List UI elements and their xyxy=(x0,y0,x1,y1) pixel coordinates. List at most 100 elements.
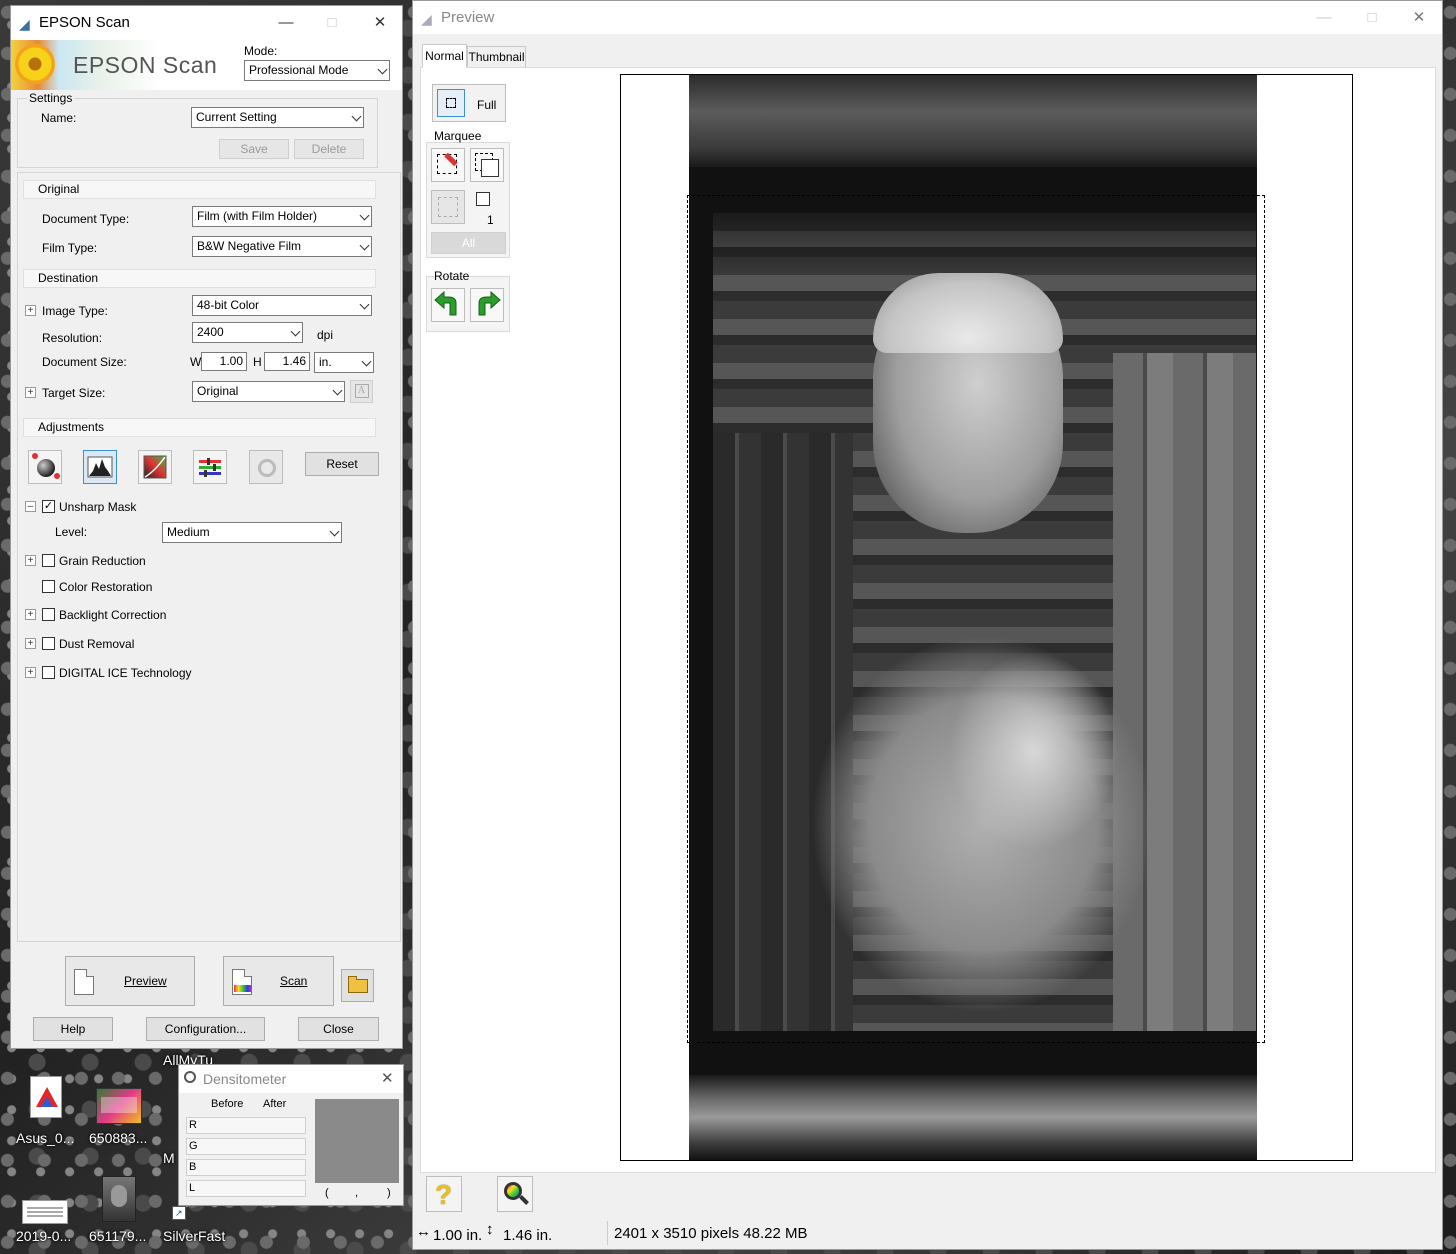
desktop-icon-2019[interactable] xyxy=(22,1200,68,1224)
chevron-down-icon xyxy=(359,210,370,221)
rotate-left-button[interactable] xyxy=(431,288,465,322)
duplicate-marquee-button[interactable] xyxy=(470,148,504,182)
maximize-button[interactable]: □ xyxy=(1359,7,1385,29)
dust-removal-checkbox[interactable] xyxy=(42,637,55,650)
preview-image-area[interactable] xyxy=(620,74,1353,1161)
mode-label: Mode: xyxy=(244,44,278,58)
height-label: H xyxy=(253,355,262,369)
marquee-count-box xyxy=(476,192,490,206)
full-zoom-button[interactable]: Full xyxy=(432,84,506,122)
destination-section-header: Destination xyxy=(23,269,376,288)
help-question-button[interactable]: ? xyxy=(426,1176,462,1212)
selection-marquee[interactable] xyxy=(687,195,1265,1043)
marquee-label: Marquee xyxy=(434,129,482,143)
configuration-button[interactable]: Configuration... xyxy=(146,1017,265,1041)
unsharp-mask-checkbox[interactable]: ✓ xyxy=(42,500,55,513)
file-save-settings-button[interactable] xyxy=(341,969,374,1002)
scan-button[interactable]: Scan xyxy=(223,956,334,1006)
document-type-select[interactable]: Film (with Film Holder) xyxy=(192,206,372,227)
title-bar: ◢ EPSON Scan — □ ✕ xyxy=(11,6,402,40)
grain-reduction-expand-icon[interactable]: + xyxy=(25,555,36,566)
delete-button[interactable]: Delete xyxy=(294,139,364,159)
color-restoration-checkbox[interactable] xyxy=(42,580,55,593)
backlight-correction-checkbox[interactable] xyxy=(42,608,55,621)
level-select[interactable]: Medium xyxy=(162,522,342,543)
minimize-button[interactable]: — xyxy=(273,12,299,34)
auto-exposure-button[interactable] xyxy=(28,450,62,484)
chevron-down-icon xyxy=(290,326,301,337)
desktop-icon-650883[interactable] xyxy=(96,1088,142,1124)
create-marquee-button[interactable] xyxy=(431,148,465,182)
desktop-icon-asus[interactable] xyxy=(26,1076,66,1126)
close-window-button[interactable]: ✕ xyxy=(1406,7,1432,29)
help-button[interactable]: Help xyxy=(33,1017,113,1041)
film-type-select[interactable]: B&W Negative Film xyxy=(192,236,372,257)
histogram-adjustment-button[interactable] xyxy=(83,450,117,484)
grain-reduction-checkbox[interactable] xyxy=(42,554,55,567)
unsharp-mask-collapse-icon[interactable]: – xyxy=(25,501,36,512)
document-type-value: Film (with Film Holder) xyxy=(197,209,317,223)
digital-ice-expand-icon[interactable]: + xyxy=(25,667,36,678)
magnifier-icon xyxy=(184,1071,196,1083)
width-label: W xyxy=(190,355,202,369)
minimize-button[interactable]: — xyxy=(1311,7,1337,29)
orientation-button[interactable]: A xyxy=(350,380,373,403)
coords-open: ( xyxy=(325,1187,329,1199)
height-input[interactable]: 1.46 xyxy=(264,352,310,371)
densitometer-title-bar: Densitometer ✕ xyxy=(179,1065,403,1093)
histogram-icon xyxy=(87,456,113,478)
close-icon[interactable]: ✕ xyxy=(381,1069,394,1087)
document-thumbnail-icon xyxy=(27,1207,63,1209)
desktop-icon-651179[interactable] xyxy=(102,1176,136,1222)
marquee-pen-icon xyxy=(437,152,458,174)
resolution-label: Resolution: xyxy=(42,331,103,345)
resolution-select[interactable]: 2400 xyxy=(192,322,303,343)
target-size-expand-icon[interactable]: + xyxy=(25,387,36,398)
desktop-icon-silverfast[interactable]: ↗ xyxy=(172,1206,186,1220)
delete-marquee-button[interactable] xyxy=(431,190,465,224)
target-size-select[interactable]: Original xyxy=(192,381,345,402)
tab-thumbnail[interactable]: Thumbnail xyxy=(467,46,526,68)
tone-correction-button[interactable] xyxy=(138,450,172,484)
density-row-g: G xyxy=(186,1138,306,1155)
name-label: Name: xyxy=(41,111,77,125)
epson-scan-window: ◢ EPSON Scan — □ ✕ EPSON Scan Mode: Prof… xyxy=(10,5,403,1049)
preview-title-bar: ◢ Preview — □ ✕ xyxy=(413,1,1442,34)
mode-select-value: Professional Mode xyxy=(249,63,349,77)
backlight-correction-expand-icon[interactable]: + xyxy=(25,609,36,620)
reset-button[interactable]: Reset xyxy=(305,452,379,476)
chevron-down-icon xyxy=(359,299,370,310)
densitometer-button[interactable] xyxy=(497,1176,533,1212)
status-divider xyxy=(607,1221,608,1245)
setting-name-value: Current Setting xyxy=(196,110,277,124)
before-label: Before xyxy=(211,1098,244,1110)
chevron-down-icon xyxy=(329,526,340,537)
color-palette-button[interactable] xyxy=(249,450,283,484)
close-button[interactable]: Close xyxy=(298,1017,379,1041)
coords-close: ) xyxy=(387,1187,391,1199)
desktop-icon-label: SilverFast xyxy=(163,1228,226,1244)
mode-select[interactable]: Professional Mode xyxy=(244,60,390,81)
dust-removal-expand-icon[interactable]: + xyxy=(25,638,36,649)
document-icon xyxy=(74,969,94,995)
color-sliders-icon xyxy=(199,458,221,477)
image-type-select[interactable]: 48-bit Color xyxy=(192,295,372,316)
setting-name-select[interactable]: Current Setting xyxy=(191,107,364,128)
delete-marquee-icon xyxy=(438,197,458,217)
image-adjustment-button[interactable] xyxy=(193,450,227,484)
status-height: 1.46 in. xyxy=(503,1227,553,1244)
maximize-button[interactable]: □ xyxy=(319,12,345,34)
digital-ice-checkbox[interactable] xyxy=(42,666,55,679)
tab-normal[interactable]: Normal xyxy=(422,44,467,68)
select-all-marquees-button[interactable]: All xyxy=(431,232,506,254)
preview-button[interactable]: Preview xyxy=(65,956,195,1006)
image-type-expand-icon[interactable]: + xyxy=(25,305,36,316)
chevron-down-icon xyxy=(332,385,343,396)
close-window-button[interactable]: ✕ xyxy=(367,12,393,34)
size-unit-select[interactable]: in. xyxy=(314,352,374,373)
film-frame-top xyxy=(689,75,1257,167)
save-button[interactable]: Save xyxy=(219,139,289,159)
rotate-right-button[interactable] xyxy=(470,288,504,322)
width-input[interactable]: 1.00 xyxy=(201,352,247,371)
tone-curve-icon xyxy=(143,455,167,479)
